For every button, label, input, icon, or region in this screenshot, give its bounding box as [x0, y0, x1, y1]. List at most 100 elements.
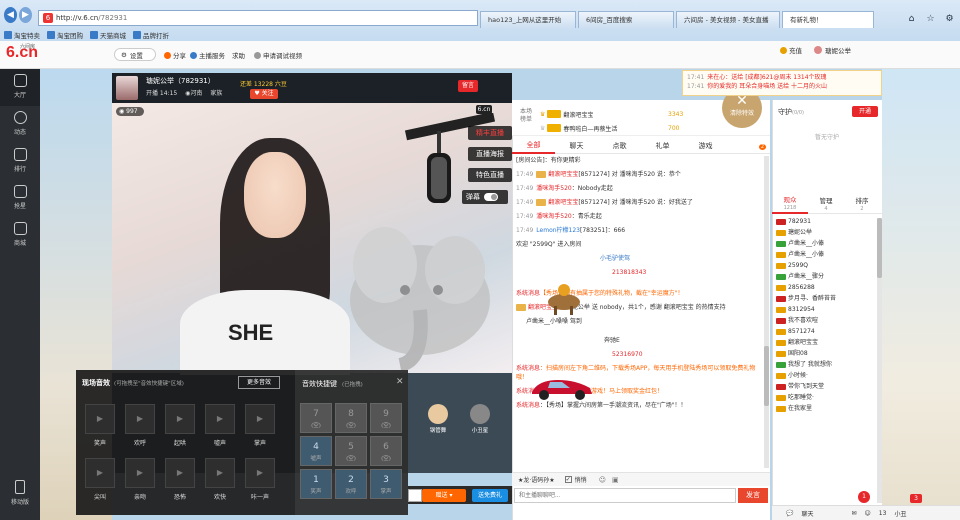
- gift-quantity-input[interactable]: [408, 489, 422, 502]
- rank-row[interactable]: ♛ 翻滚吧宝宝: [540, 108, 593, 120]
- send-free-gift-button[interactable]: 送免费礼: [472, 489, 508, 502]
- hotkey-2[interactable]: 2 欢呼: [335, 469, 367, 499]
- guard-open-button[interactable]: 开通: [852, 106, 878, 117]
- list-item[interactable]: 瑭妮公举: [776, 229, 878, 237]
- tab-chat[interactable]: 聊天: [555, 140, 598, 153]
- list-item[interactable]: 我不喜欢喧: [776, 317, 878, 325]
- favorite-item[interactable]: 淘宝特卖: [4, 30, 40, 40]
- sidebar-mobile[interactable]: 移动版: [0, 478, 40, 516]
- list-item[interactable]: 步月寻、香醉苔苔: [776, 295, 878, 303]
- close-icon[interactable]: ✕: [396, 377, 404, 387]
- list-item[interactable]: 带你飞到天堂: [776, 383, 878, 391]
- help-button[interactable]: 求助: [232, 50, 245, 60]
- emoji-icon[interactable]: ☺: [599, 476, 606, 484]
- tab-baidu[interactable]: 6间房_百度搜索: [578, 11, 674, 28]
- message-badge[interactable]: 留言: [458, 80, 478, 92]
- sound-effect-item[interactable]: ▶ 掌声: [242, 400, 278, 454]
- tab-new-gift[interactable]: 有新礼物！: [782, 11, 874, 28]
- send-gift-button[interactable]: 赠送 ▾: [422, 489, 466, 502]
- tab-6cn[interactable]: 六间房 - 美女视频 - 美女直播: [676, 11, 780, 28]
- sidebar-item-star[interactable]: 抢星: [0, 180, 40, 217]
- user-icon[interactable]: ☺: [865, 510, 871, 517]
- list-item[interactable]: 翻滚吧宝宝: [776, 339, 878, 347]
- tab-admins[interactable]: 管理 4: [808, 197, 844, 213]
- sound-effect-item[interactable]: ▶ 亲吻: [122, 454, 158, 508]
- sound-effect-item[interactable]: ▶ 嘘声: [202, 400, 238, 454]
- notification-badge[interactable]: 3: [910, 494, 922, 503]
- scroll-thumb[interactable]: [764, 346, 769, 406]
- star-icon[interactable]: ☆: [924, 13, 937, 26]
- hotkey-1[interactable]: 1 笑声: [300, 469, 332, 499]
- chat-bubble-icon[interactable]: 💬: [786, 510, 793, 517]
- video-button-poster[interactable]: 直播海报: [468, 147, 512, 161]
- rank-row[interactable]: ♛ 春鸭啦白—再蔡生活: [540, 122, 617, 134]
- settings-button[interactable]: ⚙ 设置: [114, 48, 156, 61]
- apply-debug-button[interactable]: 申请调试视频: [254, 50, 302, 60]
- tab-sort[interactable]: 排序 2: [844, 197, 880, 213]
- hotkey-4[interactable]: 4 嘘声: [300, 436, 332, 466]
- sound-effect-item[interactable]: ▶ 咔一声: [242, 454, 278, 508]
- host-service-button[interactable]: 主播服务: [190, 50, 225, 60]
- gear-icon[interactable]: ⚙: [943, 13, 956, 26]
- more-effects-button[interactable]: 更多音效: [238, 376, 280, 389]
- sound-effect-item[interactable]: ▶ 欢快: [202, 454, 238, 508]
- list-item[interactable]: 卢凿米__小傣: [776, 251, 878, 259]
- notification-badge[interactable]: 1: [858, 491, 870, 503]
- host-name[interactable]: 瑭妮公举（782931）: [146, 76, 215, 86]
- list-item[interactable]: 2599Q: [776, 262, 878, 270]
- sidebar-item-hall[interactable]: 大厅: [0, 69, 40, 106]
- chat-target[interactable]: ★龙·语码孙★: [518, 475, 555, 484]
- hotkey-7[interactable]: 7 (空): [300, 403, 332, 433]
- forward-arrow-icon[interactable]: ▶: [19, 7, 32, 23]
- list-item[interactable]: 卢凿米__骤分: [776, 273, 878, 281]
- sound-effect-item[interactable]: ▶ 尖叫: [82, 454, 118, 508]
- favorite-item[interactable]: 天猫商城: [90, 30, 126, 40]
- sidebar-item-mall[interactable]: 商城: [0, 217, 40, 254]
- favorite-item[interactable]: 淘宝团购: [47, 30, 83, 40]
- video-button-feature[interactable]: 特色直播: [468, 168, 512, 182]
- username-link[interactable]: 瑭妮公举: [825, 45, 851, 55]
- bottom-chat-label[interactable]: 聊天: [801, 509, 813, 518]
- private-checkbox[interactable]: ✓: [564, 476, 572, 483]
- hotkey-3[interactable]: 3 掌声: [370, 469, 402, 499]
- tab-hao123[interactable]: hao123_上网从这里开始: [480, 11, 576, 28]
- hotkey-8[interactable]: 8 (空): [335, 403, 367, 433]
- share-button[interactable]: 分享: [164, 50, 186, 60]
- tab-gifts[interactable]: 礼单: [641, 140, 684, 153]
- sidebar-item-rank[interactable]: 排行: [0, 143, 40, 180]
- chat-scrollbar[interactable]: [764, 156, 769, 468]
- list-item[interactable]: 2856288: [776, 284, 878, 292]
- image-icon[interactable]: ▣: [612, 476, 619, 484]
- follow-button[interactable]: ♥ 关注: [250, 89, 278, 99]
- recharge-link[interactable]: 充值: [789, 45, 802, 55]
- host-avatar[interactable]: [116, 76, 138, 100]
- favorite-item[interactable]: 品牌打折: [133, 30, 169, 40]
- hotkey-5[interactable]: 5 (空): [335, 436, 367, 466]
- chat-input[interactable]: [514, 488, 736, 503]
- list-item[interactable]: 小时候·: [776, 372, 878, 380]
- sound-effect-item[interactable]: ▶ 欢呼: [122, 400, 158, 454]
- mail-icon[interactable]: ✉: [852, 510, 857, 517]
- video-button-live[interactable]: 精丰直播: [468, 126, 512, 140]
- gift-item[interactable]: 钢管舞: [420, 404, 456, 434]
- sound-effect-item[interactable]: ▶ 笑声: [82, 400, 118, 454]
- toggle-switch-icon[interactable]: [484, 193, 498, 201]
- list-item[interactable]: 8312954: [776, 306, 878, 314]
- list-item[interactable]: 吃那睡觉·: [776, 394, 878, 402]
- back-arrow-icon[interactable]: ◀: [4, 7, 17, 23]
- address-bar[interactable]: 6 http://v.6.cn/782931: [38, 10, 478, 26]
- hotkey-9[interactable]: 9 (空): [370, 403, 402, 433]
- list-item[interactable]: 国阳08: [776, 350, 878, 358]
- tab-audience[interactable]: 观众 1218: [772, 196, 808, 214]
- tab-games[interactable]: 游戏: [684, 140, 727, 153]
- home-icon[interactable]: ⌂: [905, 13, 918, 26]
- list-item[interactable]: 在我家里: [776, 405, 878, 413]
- sound-effect-item[interactable]: ▶ 恐怖: [162, 454, 198, 508]
- list-item[interactable]: 782931: [776, 218, 878, 226]
- sidebar-item-feed[interactable]: 动态: [0, 106, 40, 143]
- hotkey-6[interactable]: 6 (空): [370, 436, 402, 466]
- sound-effect-item[interactable]: ▶ 起哄: [162, 400, 198, 454]
- scroll-thumb[interactable]: [877, 218, 882, 278]
- audience-scrollbar[interactable]: [877, 218, 882, 503]
- gift-item[interactable]: 小丑星: [462, 404, 498, 434]
